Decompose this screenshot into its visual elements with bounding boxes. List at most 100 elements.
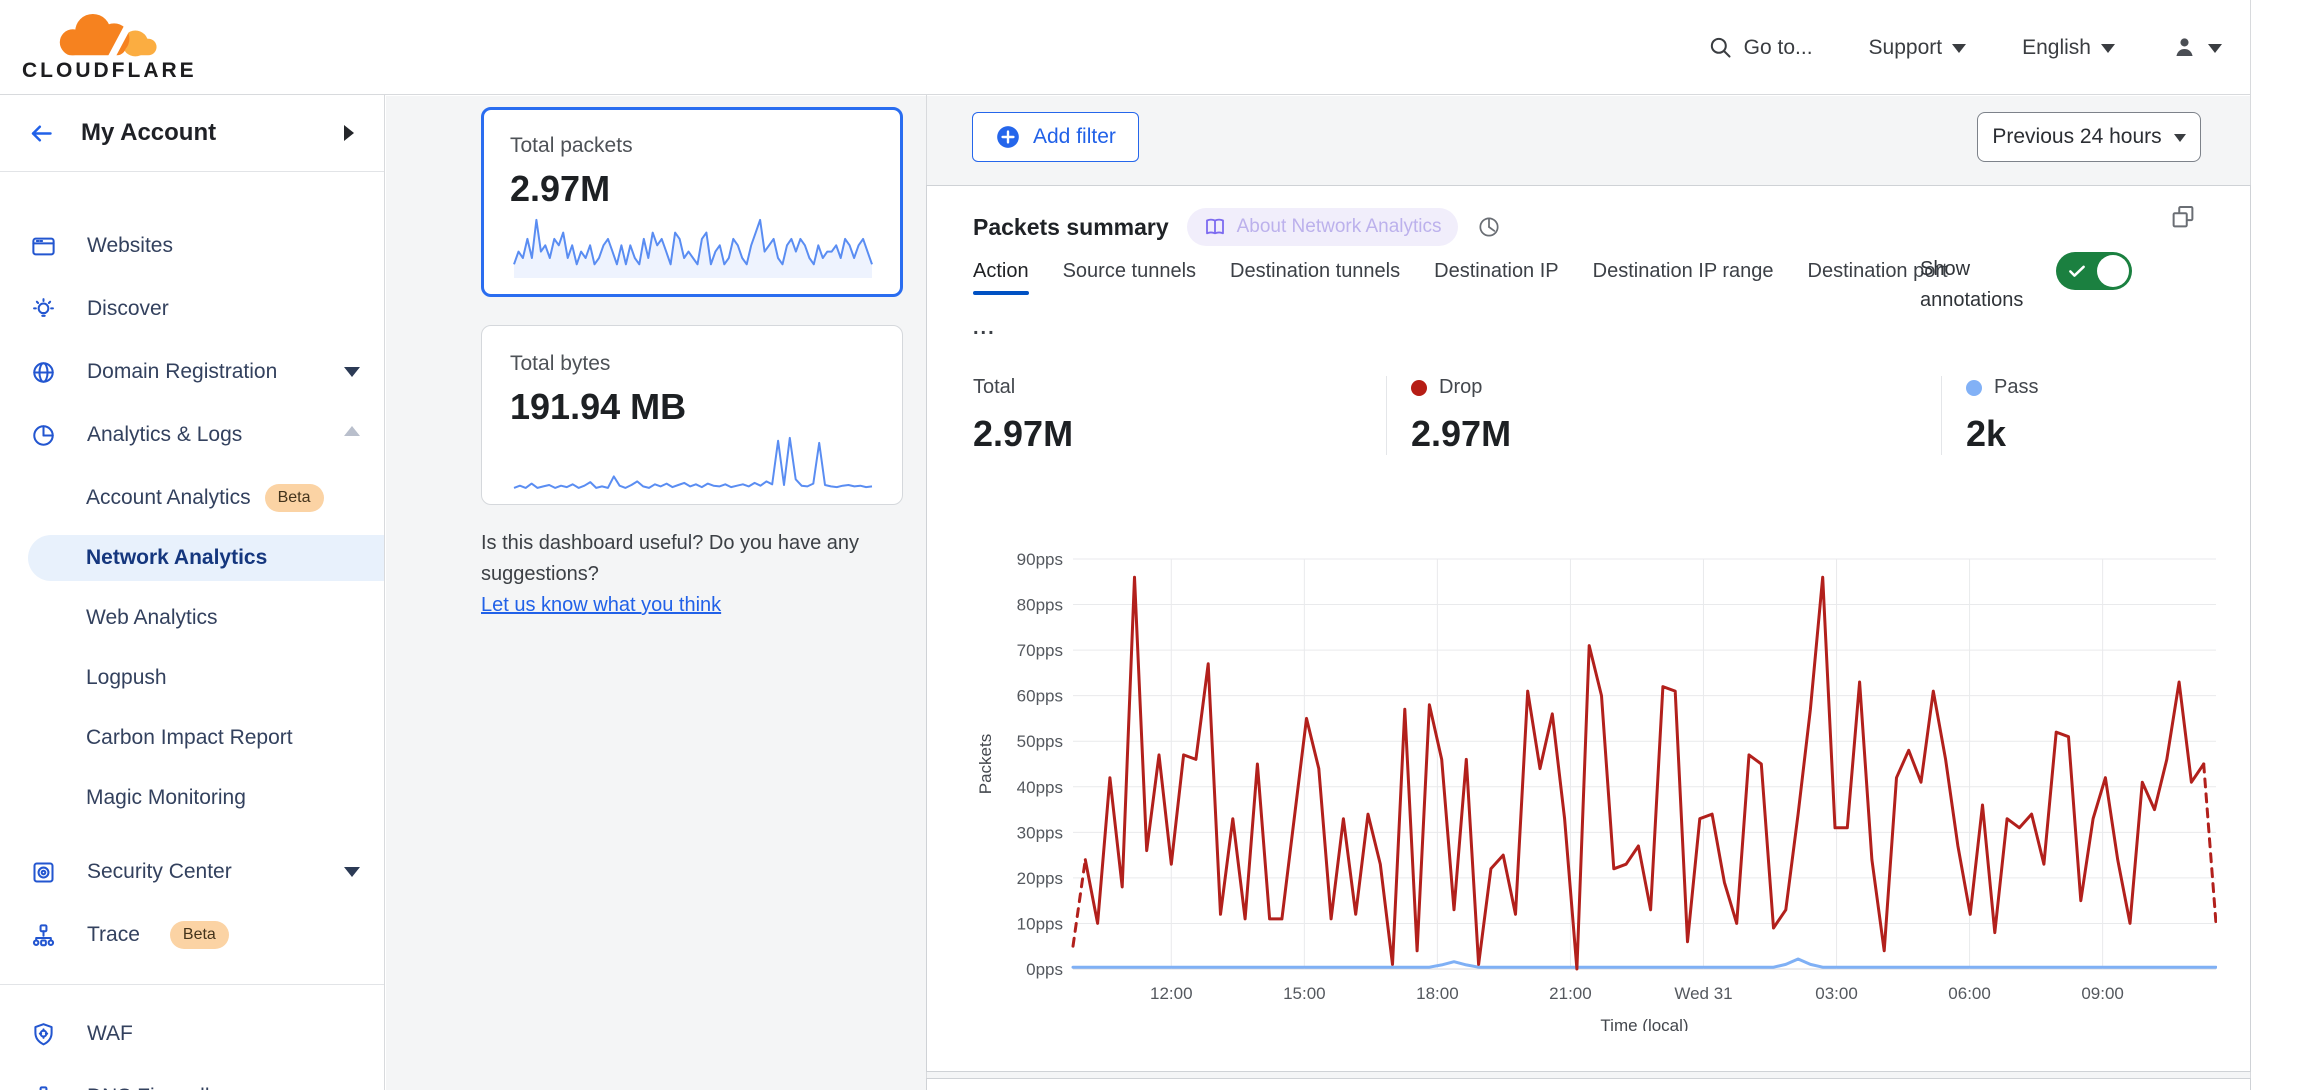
svg-text:80pps: 80pps [1017,596,1063,615]
lightbulb-icon [30,296,57,323]
pass-dot [1966,380,1982,396]
chevron-down-icon [344,867,360,885]
cloudflare-dashboard: CLOUDFLARE Go to... Support English [0,0,2322,1090]
stats-row: Total 2.97M Drop 2.97M Pass 2k [927,376,2252,455]
chevron-right-icon[interactable] [344,125,362,141]
svg-text:09:00: 09:00 [2081,984,2124,1003]
total-bytes-sparkline [510,428,874,505]
sidebar-item-network-analytics[interactable]: Network Analytics [28,535,384,581]
svg-text:Wed 31: Wed 31 [1674,984,1732,1003]
support-label: Support [1869,36,1943,60]
user-icon [2171,34,2198,61]
metric-card-total-packets[interactable]: Total packets 2.97M [481,107,903,297]
about-network-analytics-badge[interactable]: About Network Analytics [1187,208,1458,246]
tab-destination-tunnels[interactable]: Destination tunnels [1230,260,1400,295]
tab-destination-ip-range[interactable]: Destination IP range [1593,260,1774,295]
feedback-block: Is this dashboard useful? Do you have an… [481,528,911,621]
chevron-up-icon [344,426,360,436]
sidebar-item-magic-monitoring[interactable]: Magic Monitoring [0,775,384,821]
sidebar-item-analytics-logs[interactable]: Analytics & Logs [0,412,384,458]
divider [0,984,384,985]
goto-label: Go to... [1744,36,1813,60]
svg-text:Time (local): Time (local) [1600,1016,1688,1031]
sidebar-item-waf[interactable]: WAF [0,1011,384,1057]
chevron-down-icon [2174,134,2186,148]
safe-icon [30,859,57,886]
svg-text:10pps: 10pps [1017,914,1063,933]
feedback-question: Is this dashboard useful? Do you have an… [481,532,859,585]
card-title: Total bytes [510,352,874,376]
goto-search[interactable]: Go to... [1707,34,1813,61]
sidebar-item-logpush[interactable]: Logpush [0,655,384,701]
language-label: English [2022,36,2091,60]
sidebar-item-trace[interactable]: Trace Beta [0,912,384,958]
svg-text:15:00: 15:00 [1283,984,1326,1003]
time-range-select[interactable]: Previous 24 hours [1977,112,2201,162]
account-menu[interactable] [2171,34,2222,61]
shield-gear-icon [30,1021,57,1048]
svg-text:90pps: 90pps [1017,550,1063,569]
chevron-down-icon [2101,44,2115,60]
add-filter-button[interactable]: Add filter [972,112,1139,162]
account-name: My Account [81,119,344,147]
cloudflare-cloud-icon [48,8,166,60]
sidebar-item-web-analytics[interactable]: Web Analytics [0,595,384,641]
total-packets-sparkline [510,210,874,287]
svg-text:03:00: 03:00 [1815,984,1858,1003]
packets-summary-panel: Packets summary About Network Analytics … [926,185,2251,1072]
svg-text:70pps: 70pps [1017,641,1063,660]
tab-destination-ip[interactable]: Destination IP [1434,260,1559,295]
globe-icon [30,359,57,386]
sidebar-item-domain-registration[interactable]: Domain Registration [0,349,384,395]
tab-action[interactable]: Action [973,260,1029,295]
show-annotations-label: Show annotations [1920,254,2050,316]
packets-time-series-chart: 0pps10pps20pps30pps40pps50pps60pps70pps8… [967,526,2217,1036]
chevron-down-icon [1952,44,1966,60]
cloudflare-logo[interactable]: CLOUDFLARE [22,8,192,81]
dimension-tabs: Action Source tunnels Destination tunnel… [973,260,1953,352]
top-header: CLOUDFLARE Go to... Support English [0,0,2250,95]
stat-drop: Drop 2.97M [1386,376,1941,455]
svg-text:Packets: Packets [976,734,995,794]
browser-window-icon [30,233,57,260]
chevron-down-icon [344,367,360,385]
tab-more[interactable]: ... [973,317,996,352]
network-tree-icon [30,1084,57,1090]
sidebar-item-security-center[interactable]: Security Center [0,849,384,895]
support-menu[interactable]: Support [1869,36,1967,60]
show-annotations-toggle[interactable] [2056,252,2132,290]
svg-text:12:00: 12:00 [1150,984,1193,1003]
svg-text:40pps: 40pps [1017,778,1063,797]
beta-badge: Beta [170,921,229,949]
sidebar-item-discover[interactable]: Discover [0,286,384,332]
svg-text:18:00: 18:00 [1416,984,1459,1003]
drop-dot [1411,380,1427,396]
metric-card-total-bytes[interactable]: Total bytes 191.94 MB [481,325,903,505]
svg-text:21:00: 21:00 [1549,984,1592,1003]
pie-chart-icon [30,422,57,449]
feedback-link[interactable]: Let us know what you think [481,594,721,616]
sidebar-item-account-analytics[interactable]: Account Analytics Beta [0,475,384,521]
stat-pass: Pass 2k [1941,376,2252,455]
language-menu[interactable]: English [2022,36,2115,60]
right-gutter [2250,0,2322,1090]
toggle-knob [2097,255,2129,287]
tab-source-tunnels[interactable]: Source tunnels [1063,260,1196,295]
next-panel-edge [926,1078,2251,1090]
svg-text:0pps: 0pps [1026,960,1063,979]
book-icon [1203,215,1227,239]
expand-panel-icon[interactable] [2168,202,2198,232]
plus-circle-icon [995,124,1021,150]
sidebar-item-websites[interactable]: Websites [0,223,384,269]
sidebar-item-dns-firewall[interactable]: DNS Firewall [0,1074,384,1090]
sidebar-item-carbon-impact-report[interactable]: Carbon Impact Report [0,715,384,761]
card-value: 2.97M [510,168,874,210]
svg-text:60pps: 60pps [1017,687,1063,706]
back-arrow-icon[interactable] [28,120,55,147]
trace-tree-icon [30,922,57,949]
svg-text:06:00: 06:00 [1948,984,1991,1003]
svg-text:20pps: 20pps [1017,869,1063,888]
card-value: 191.94 MB [510,386,874,428]
check-icon [2067,261,2087,281]
pie-timer-icon[interactable] [1476,214,1502,240]
